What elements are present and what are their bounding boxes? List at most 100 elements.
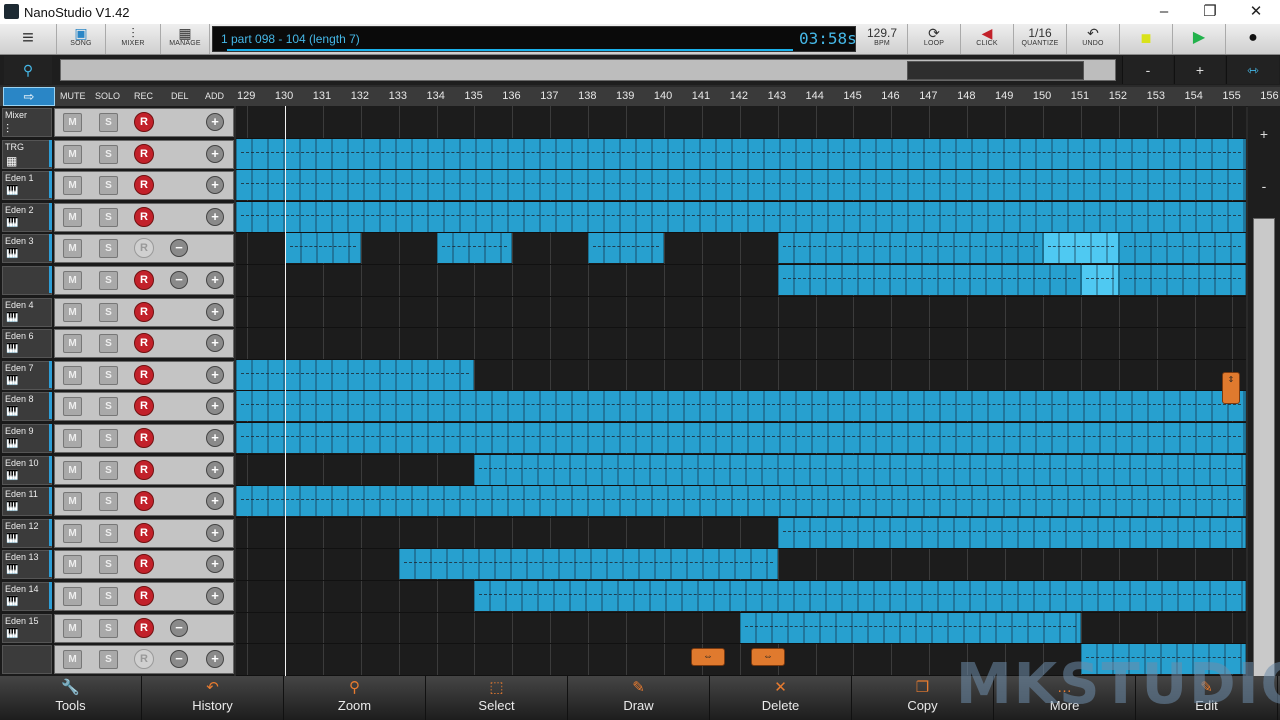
track-row[interactable]: Eden 13 🎹 M S R + (0, 548, 234, 580)
track-name-cell[interactable]: Eden 12 🎹 (2, 518, 52, 548)
track-expand-button[interactable]: ⇨ (3, 87, 55, 106)
record-arm-button[interactable]: R (134, 617, 154, 638)
mute-button[interactable]: M (63, 523, 82, 543)
add-track-button[interactable]: + (206, 460, 224, 479)
play-button[interactable]: ▶ (1173, 24, 1226, 54)
arrange-clip[interactable] (236, 391, 1246, 422)
mute-button[interactable]: M (63, 365, 82, 385)
zoom-out-button[interactable]: - (1122, 56, 1173, 84)
quantize-button[interactable]: 1/16 QUANTIZE (1014, 24, 1067, 54)
loop-end-handle[interactable]: ⇔ (751, 648, 785, 666)
arrange-clip[interactable] (1042, 233, 1119, 264)
select-button[interactable]: ⬚ Select (426, 676, 568, 720)
record-arm-button[interactable]: R (134, 270, 154, 290)
track-name-cell[interactable]: Eden 8 🎹 (2, 392, 52, 422)
add-track-button[interactable]: + (206, 587, 224, 605)
track-name-cell[interactable]: TRG ▦ (2, 139, 52, 169)
solo-button[interactable]: S (99, 239, 118, 259)
arrange-grid[interactable] (236, 106, 1246, 676)
track-name-cell[interactable]: Eden 6 🎹 (2, 329, 52, 359)
record-arm-button[interactable]: R (134, 143, 154, 164)
arrange-clip[interactable] (777, 233, 1043, 264)
arrange-clip[interactable] (777, 517, 1246, 548)
mute-button[interactable]: M (63, 271, 82, 290)
delete-track-button[interactable]: − (170, 618, 188, 637)
add-track-button[interactable]: + (206, 144, 224, 163)
solo-button[interactable]: S (99, 523, 118, 543)
track-name-cell[interactable]: Eden 3 🎹 (2, 234, 52, 264)
track-name-cell[interactable] (2, 266, 52, 295)
solo-button[interactable]: S (99, 397, 118, 417)
song-button[interactable]: ▣ SONG (57, 24, 106, 54)
solo-button[interactable]: S (99, 207, 118, 227)
arrange-clip[interactable] (474, 454, 1246, 485)
zoom-button[interactable]: ⚲ Zoom (284, 676, 426, 720)
arrange-clip[interactable] (1118, 233, 1246, 264)
arrange-clip[interactable] (236, 486, 1246, 517)
track-name-cell[interactable]: Eden 10 🎹 (2, 455, 52, 485)
mute-button[interactable]: M (63, 207, 82, 227)
track-name-cell[interactable]: Eden 9 🎹 (2, 424, 52, 453)
delete-track-button[interactable]: − (170, 271, 188, 289)
bpm-control[interactable]: 129.7 BPM (857, 24, 908, 54)
mute-button[interactable]: M (63, 618, 82, 638)
add-track-button[interactable]: + (206, 113, 224, 131)
arrange-clip[interactable] (474, 581, 1246, 611)
record-arm-button[interactable]: R (134, 459, 154, 480)
delete-button[interactable]: ✕ Delete (710, 676, 852, 720)
record-arm-button[interactable]: R (134, 522, 154, 543)
record-arm-button[interactable]: R (134, 112, 154, 132)
solo-button[interactable]: S (99, 176, 118, 196)
loop-start-handle[interactable]: ⇔ (691, 648, 725, 666)
track-row[interactable]: Eden 9 🎹 M S R + (0, 422, 234, 453)
track-row[interactable]: TRG ▦ M S R + (0, 138, 234, 169)
solo-button[interactable]: S (99, 618, 118, 638)
mute-button[interactable]: M (63, 429, 82, 448)
record-arm-button[interactable]: R (134, 586, 154, 606)
track-row[interactable]: Eden 14 🎹 M S R + (0, 580, 234, 611)
bar-ruler[interactable]: 129 130 131 132 133 134 135 136 137 138 139 140 141 1… (236, 87, 1280, 107)
track-row[interactable]: Eden 2 🎹 M S R + (0, 201, 234, 232)
arrange-clip[interactable] (436, 233, 513, 264)
add-track-button[interactable]: + (206, 271, 224, 289)
track-row[interactable]: Mixer ⫶ M S R + (0, 106, 234, 137)
mute-button[interactable]: M (63, 239, 82, 259)
track-row[interactable]: Eden 4 🎹 M S R + (0, 296, 234, 327)
track-zoom-out-button[interactable]: - (1250, 172, 1278, 200)
close-button[interactable]: ✕ (1233, 0, 1279, 24)
mute-button[interactable]: M (63, 334, 82, 354)
solo-button[interactable]: S (99, 144, 118, 164)
track-row[interactable]: Eden 6 🎹 M S R + (0, 327, 234, 359)
solo-button[interactable]: S (99, 302, 118, 322)
zoom-in-button[interactable]: + (1174, 56, 1225, 84)
track-name-cell[interactable]: Eden 4 🎹 (2, 297, 52, 327)
history-button[interactable]: ↶ History (142, 676, 284, 720)
maximize-button[interactable]: ❐ (1187, 0, 1233, 24)
mute-button[interactable]: M (63, 302, 82, 322)
track-name-cell[interactable]: Eden 1 🎹 (2, 171, 52, 201)
track-row[interactable]: Eden 15 🎹 M S R − (0, 612, 234, 643)
draw-button[interactable]: ✎ Draw (568, 676, 710, 720)
playhead[interactable] (284, 106, 286, 676)
track-name-cell[interactable]: Mixer ⫶ (2, 108, 52, 137)
menu-button[interactable]: ≡ (0, 24, 57, 54)
arrange-clip[interactable] (236, 423, 1246, 453)
track-name-cell[interactable]: Eden 15 🎹 (2, 613, 52, 643)
overview-scroll-thumb[interactable] (907, 61, 1084, 80)
arrange-clip[interactable] (236, 170, 1246, 201)
vertical-drag-handle[interactable]: ⇕ (1222, 372, 1240, 404)
mute-button[interactable]: M (63, 113, 82, 132)
track-name-cell[interactable] (2, 645, 52, 675)
track-row[interactable]: M S R − + (0, 264, 234, 295)
add-track-button[interactable]: + (206, 429, 224, 447)
solo-button[interactable]: S (99, 271, 118, 290)
loop-button[interactable]: ⟳ LOOP (908, 24, 961, 54)
mute-button[interactable]: M (63, 176, 82, 196)
arrange-clip[interactable] (236, 359, 475, 390)
click-button[interactable]: ◀ CLICK (961, 24, 1014, 54)
solo-button[interactable]: S (99, 587, 118, 606)
record-button[interactable]: ● (1226, 24, 1280, 54)
arrange-clip[interactable] (236, 138, 1246, 169)
add-track-button[interactable]: + (206, 302, 224, 321)
stop-button[interactable]: ■ (1120, 24, 1173, 54)
